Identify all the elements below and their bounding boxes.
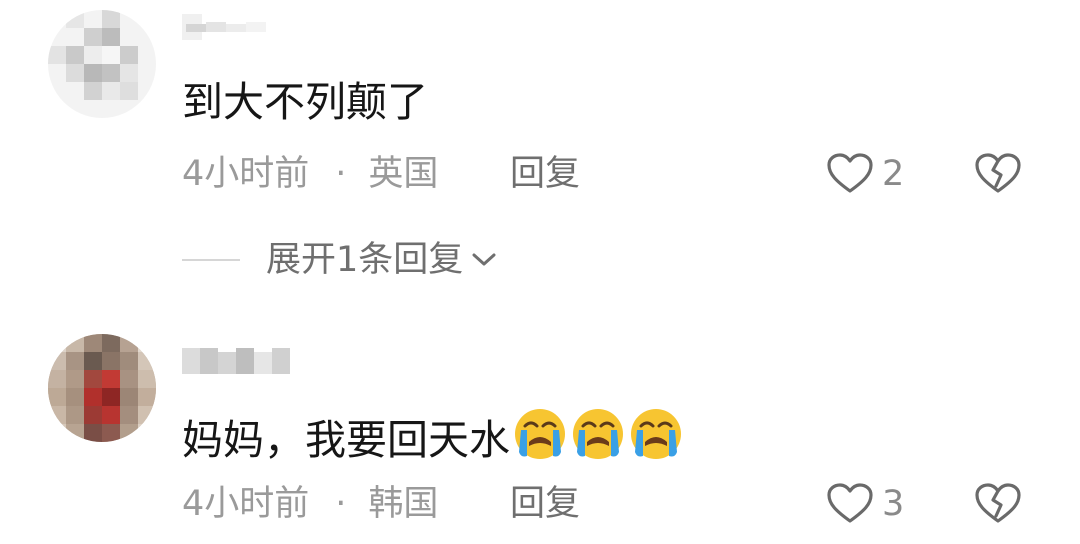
like-count: 2 xyxy=(882,154,905,194)
like-button[interactable]: 3 xyxy=(826,482,904,526)
crying-face-icon xyxy=(512,406,568,474)
dislike-button[interactable] xyxy=(974,482,1022,530)
comment-text-content: 妈妈，我要回天水 xyxy=(182,416,510,464)
avatar[interactable] xyxy=(48,334,156,442)
reply-button[interactable]: 回复 xyxy=(510,152,580,196)
comment-text: 到大不列颠了 xyxy=(182,78,428,126)
pixelated-username-icon xyxy=(182,348,290,374)
like-button[interactable]: 2 xyxy=(826,152,904,196)
pixelated-avatar-icon xyxy=(48,334,156,442)
crying-face-icon xyxy=(570,406,626,474)
pixelated-username-icon xyxy=(182,14,266,40)
broken-heart-icon xyxy=(975,483,1021,523)
meta-separator: · xyxy=(335,484,347,524)
chevron-down-icon xyxy=(472,253,496,266)
comment-meta: 4小时前 · 韩国 xyxy=(182,482,438,526)
heart-icon xyxy=(827,153,873,193)
crying-face-icon xyxy=(628,406,684,474)
avatar[interactable] xyxy=(48,10,156,118)
timestamp: 4小时前 xyxy=(182,154,310,194)
username[interactable] xyxy=(182,346,302,374)
pixelated-avatar-icon xyxy=(48,10,156,118)
dislike-button[interactable] xyxy=(974,152,1022,200)
expand-replies-label: 展开1条回复 xyxy=(266,240,464,280)
expand-divider-line xyxy=(182,259,240,261)
expand-replies-button[interactable]: 展开1条回复 xyxy=(182,238,499,282)
comment-text: 妈妈，我要回天水 xyxy=(182,406,684,474)
comment-meta: 4小时前 · 英国 xyxy=(182,152,438,196)
broken-heart-icon xyxy=(975,153,1021,193)
meta-separator: · xyxy=(335,154,347,194)
timestamp: 4小时前 xyxy=(182,484,310,524)
reply-button[interactable]: 回复 xyxy=(510,482,580,526)
comment-item-2: 妈妈，我要回天水 4小时前 · 韩国 回复 3 xyxy=(0,300,1080,544)
heart-icon xyxy=(827,483,873,523)
comment-item-1: 到大不列颠了 4小时前 · 英国 回复 2 展开1条回复 xyxy=(0,0,1080,300)
location: 英国 xyxy=(368,154,439,194)
username[interactable] xyxy=(182,14,302,40)
location: 韩国 xyxy=(368,484,439,524)
like-count: 3 xyxy=(882,484,905,524)
